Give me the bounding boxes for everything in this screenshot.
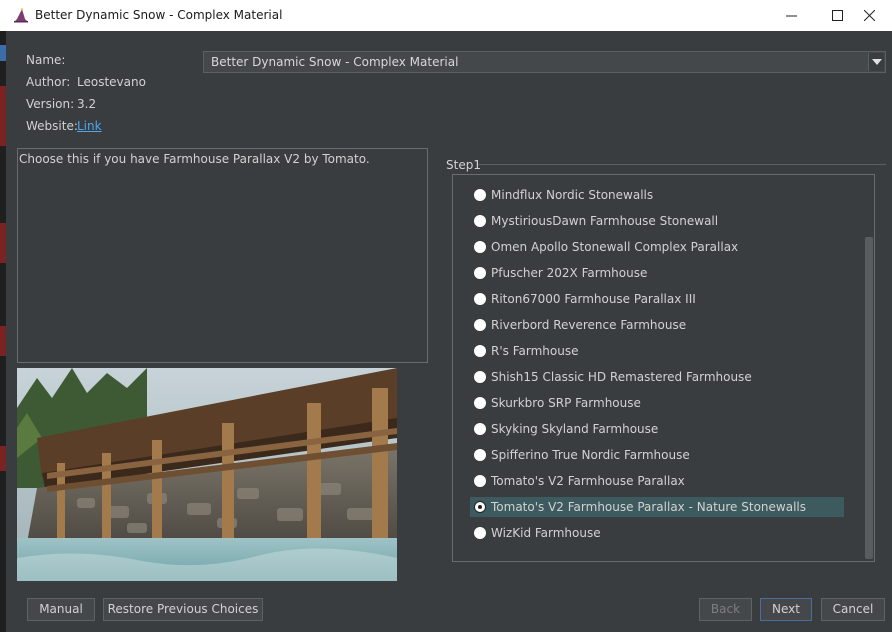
close-icon bbox=[863, 10, 875, 21]
version-value: 3.2 bbox=[77, 97, 97, 111]
title-bar: Better Dynamic Snow - Complex Material bbox=[0, 0, 892, 31]
group-divider bbox=[478, 164, 886, 165]
option-item[interactable]: Omen Apollo Stonewall Complex Parallax bbox=[470, 237, 844, 257]
radio-button[interactable] bbox=[474, 345, 486, 357]
radio-button[interactable] bbox=[474, 475, 486, 487]
radio-button[interactable] bbox=[474, 293, 486, 305]
maximize-icon bbox=[831, 10, 843, 21]
minimize-icon bbox=[785, 15, 797, 17]
option-item[interactable]: Skyking Skyland Farmhouse bbox=[470, 419, 844, 439]
radio-button[interactable] bbox=[474, 267, 486, 279]
option-item[interactable]: Spifferino True Nordic Farmhouse bbox=[470, 445, 844, 465]
radio-button[interactable] bbox=[474, 501, 486, 513]
option-label: Mindflux Nordic Stonewalls bbox=[491, 188, 654, 202]
manual-button[interactable]: Manual bbox=[27, 598, 95, 621]
radio-button[interactable] bbox=[474, 371, 486, 383]
option-label: Shish15 Classic HD Remastered Farmhouse bbox=[491, 370, 752, 384]
chevron-down-icon[interactable] bbox=[868, 53, 884, 71]
radio-button[interactable] bbox=[474, 319, 486, 331]
vertical-scrollbar[interactable] bbox=[865, 237, 873, 559]
option-label: WizKid Farmhouse bbox=[491, 526, 601, 540]
option-item[interactable]: Tomato's V2 Farmhouse Parallax - Nature … bbox=[470, 497, 844, 517]
option-label: Riton67000 Farmhouse Parallax III bbox=[491, 292, 696, 306]
option-label: Skurkbro SRP Farmhouse bbox=[491, 396, 641, 410]
option-preview-image bbox=[17, 368, 397, 581]
window-title: Better Dynamic Snow - Complex Material bbox=[35, 8, 283, 22]
back-button[interactable]: Back bbox=[699, 598, 752, 621]
option-label: Tomato's V2 Farmhouse Parallax - Nature … bbox=[491, 500, 806, 514]
radio-button[interactable] bbox=[474, 449, 486, 461]
option-label: Riverbord Reverence Farmhouse bbox=[491, 318, 687, 332]
option-item[interactable]: Skurkbro SRP Farmhouse bbox=[470, 393, 844, 413]
option-label: Spifferino True Nordic Farmhouse bbox=[491, 448, 690, 462]
option-item[interactable]: Tomato's V2 Farmhouse Parallax bbox=[470, 471, 844, 491]
restore-choices-button[interactable]: Restore Previous Choices bbox=[103, 598, 263, 621]
option-label: Skyking Skyland Farmhouse bbox=[491, 422, 659, 436]
option-label: Tomato's V2 Farmhouse Parallax bbox=[491, 474, 685, 488]
option-item[interactable]: MystiriousDawn Farmhouse Stonewall bbox=[470, 211, 844, 231]
option-item[interactable]: R's Farmhouse bbox=[470, 341, 844, 361]
website-label: Website: bbox=[26, 119, 78, 133]
step-options-list[interactable]: Mindflux Nordic Stonewalls MystiriousDawn… bbox=[452, 174, 875, 562]
minimize-button[interactable] bbox=[768, 0, 814, 31]
option-item[interactable]: Pfuscher 202X Farmhouse bbox=[470, 263, 844, 283]
option-item[interactable]: Riverbord Reverence Farmhouse bbox=[470, 315, 844, 335]
installer-dialog: Name: Author: Leostevano Version: 3.2 We… bbox=[6, 31, 892, 632]
name-dropdown-value: Better Dynamic Snow - Complex Material bbox=[211, 55, 459, 69]
option-item[interactable]: Mindflux Nordic Stonewalls bbox=[470, 185, 844, 205]
option-item[interactable]: Shish15 Classic HD Remastered Farmhouse bbox=[470, 367, 844, 387]
next-button[interactable]: Next bbox=[760, 598, 812, 621]
author-value: Leostevano bbox=[77, 75, 146, 89]
radio-button[interactable] bbox=[474, 527, 486, 539]
radio-button[interactable] bbox=[474, 215, 486, 227]
option-label: Pfuscher 202X Farmhouse bbox=[491, 266, 648, 280]
radio-button[interactable] bbox=[474, 241, 486, 253]
option-item[interactable]: WizKid Farmhouse bbox=[470, 523, 844, 543]
cancel-button[interactable]: Cancel bbox=[821, 598, 885, 621]
radio-button[interactable] bbox=[474, 189, 486, 201]
option-item[interactable]: Riton67000 Farmhouse Parallax III bbox=[470, 289, 844, 309]
option-label: Omen Apollo Stonewall Complex Parallax bbox=[491, 240, 739, 254]
wizard-hat-icon bbox=[14, 8, 28, 23]
name-dropdown[interactable]: Better Dynamic Snow - Complex Material bbox=[203, 51, 886, 73]
step-group-title: Step1 bbox=[446, 158, 481, 172]
radio-button[interactable] bbox=[474, 423, 486, 435]
version-label: Version: bbox=[26, 97, 75, 111]
option-label: MystiriousDawn Farmhouse Stonewall bbox=[491, 214, 719, 228]
close-button[interactable] bbox=[846, 0, 892, 31]
option-label: R's Farmhouse bbox=[491, 344, 579, 358]
author-label: Author: bbox=[26, 75, 71, 89]
option-description: Choose this if you have Farmhouse Parall… bbox=[17, 148, 428, 363]
radio-button[interactable] bbox=[474, 397, 486, 409]
website-link[interactable]: Link bbox=[77, 119, 102, 133]
name-label: Name: bbox=[26, 53, 66, 67]
